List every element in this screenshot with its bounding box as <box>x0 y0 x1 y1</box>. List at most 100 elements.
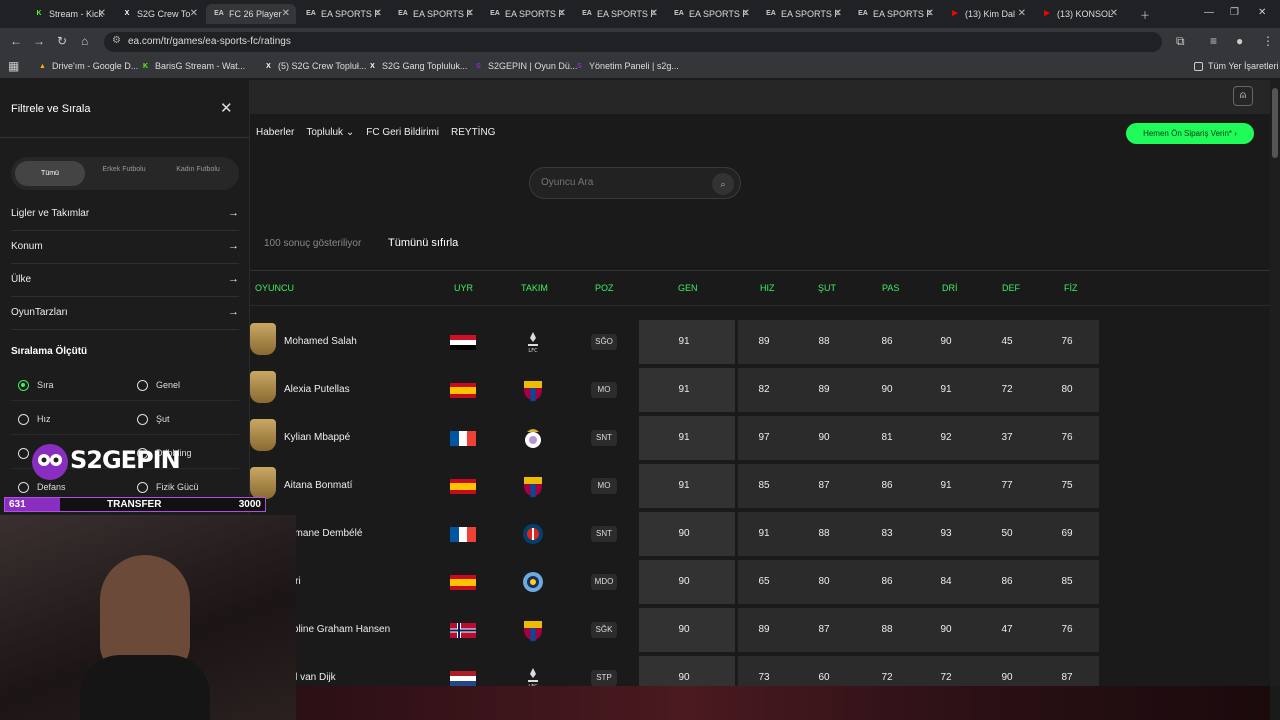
col-physical[interactable]: FİZ <box>1064 283 1078 293</box>
home-icon[interactable]: ⌂ <box>81 34 88 48</box>
browser-tab[interactable]: K Stream - Kick ✕ <box>26 4 112 24</box>
maximize-button[interactable]: ❐ <box>1230 7 1239 18</box>
minimize-button[interactable]: — <box>1204 7 1214 18</box>
close-icon[interactable]: ✕ <box>220 99 233 117</box>
sort-option[interactable]: Şut <box>137 412 170 426</box>
browser-tab[interactable]: EA EA SPORTS F ✕ <box>758 4 848 24</box>
table-row[interactable]: aroline Graham Hansen SĞK 90 89 87 88 90 47 76 <box>250 608 1110 654</box>
browser-tab[interactable]: X S2G Crew To ✕ <box>114 4 204 24</box>
filter-leagues[interactable]: Ligler ve Takımlar → <box>11 198 239 231</box>
col-position[interactable]: POZ <box>595 283 614 293</box>
col-dribbling[interactable]: DRİ <box>942 283 958 293</box>
tab-close-icon[interactable]: ✕ <box>926 8 934 19</box>
forward-icon[interactable]: → <box>33 34 45 48</box>
media-icon[interactable]: ≡ <box>1210 34 1217 48</box>
nav-community[interactable]: Topluluk ⌄ <box>306 127 354 138</box>
search-icon[interactable]: ⌕ <box>712 173 734 195</box>
tab-close-icon[interactable]: ✕ <box>834 8 842 19</box>
browser-tab[interactable]: EA EA SPORTS F ✕ <box>390 4 480 24</box>
scrollbar-thumb[interactable] <box>1272 88 1278 158</box>
table-row[interactable]: Aitana Bonmatí MO 91 85 87 86 91 77 75 <box>250 464 1110 510</box>
scrollbar[interactable] <box>1270 80 1280 686</box>
tab-close-icon[interactable]: ✕ <box>650 8 658 19</box>
tab-close-icon[interactable]: ✕ <box>742 8 750 19</box>
bookmark-item[interactable]: X (5) S2G Crew Topluł... <box>264 61 366 71</box>
col-nation[interactable]: UYR <box>454 283 473 293</box>
tab-close-icon[interactable]: ✕ <box>282 8 290 19</box>
stat-value: 86 <box>881 576 893 587</box>
nav-news[interactable]: Haberler <box>256 127 294 138</box>
site-info-icon[interactable]: ⚙ <box>112 35 121 46</box>
segment-men[interactable]: Erkek Futbolu <box>89 161 159 186</box>
bookmark-item[interactable]: S Yönetim Paneli | s2g... <box>575 61 679 71</box>
bookmark-item[interactable]: ▲ Drive'ım - Google D... <box>38 61 138 71</box>
menu-icon[interactable]: ⋮ <box>1262 34 1274 48</box>
sort-option[interactable]: Hız <box>18 412 51 426</box>
table-row[interactable]: Mohamed Salah LFC SĞO 91 89 88 86 90 45 76 <box>250 320 1110 366</box>
sort-option[interactable]: Genel <box>137 378 180 392</box>
bookmark-item[interactable]: S S2GEPIN | Oyun Dü... <box>474 61 577 71</box>
address-bar[interactable]: ⚙ ea.com/tr/games/ea-sports-fc/ratings <box>104 32 1162 52</box>
real-madrid-crest-icon <box>522 426 544 450</box>
filter-position[interactable]: Konum → <box>11 231 239 264</box>
col-shooting[interactable]: ŞUT <box>818 283 836 293</box>
search-input[interactable] <box>541 177 701 188</box>
browser-tab[interactable]: EA EA SPORTS F ✕ <box>298 4 388 24</box>
account-button[interactable]: ⍝ <box>1233 86 1253 106</box>
col-passing[interactable]: PAS <box>882 283 899 293</box>
browser-tab[interactable]: EA EA SPORTS F ✕ <box>666 4 756 24</box>
tab-close-icon[interactable]: ✕ <box>1018 8 1026 19</box>
player-name[interactable]: Aitana Bonmatí <box>284 480 352 491</box>
bookmark-item[interactable]: X S2G Gang Topluluk... <box>368 61 467 71</box>
apps-icon[interactable]: ▦ <box>8 59 19 73</box>
back-icon[interactable]: ← <box>10 34 22 48</box>
player-name[interactable]: Kylian Mbappé <box>284 432 350 443</box>
tab-close-icon[interactable]: ✕ <box>374 8 382 19</box>
tab-close-icon[interactable]: ✕ <box>98 8 106 19</box>
stat-value: 80 <box>818 576 830 587</box>
filter-playstyles[interactable]: OyunTarzları → <box>11 297 239 330</box>
player-name[interactable]: aroline Graham Hansen <box>284 624 390 635</box>
filter-country[interactable]: Ülke → <box>11 264 239 297</box>
table-row[interactable]: usmane Dembélé SNT 90 91 88 83 93 50 69 <box>250 512 1110 558</box>
browser-tab[interactable]: EA FC 26 Player ✕ <box>206 4 296 24</box>
browser-tab[interactable]: ▶ (13) KONSOL ✕ <box>1034 4 1124 24</box>
col-pace[interactable]: HIZ <box>760 283 775 293</box>
new-tab-button[interactable]: ＋ <box>1140 7 1150 22</box>
nav-feedback[interactable]: FC Geri Bildirimi <box>366 127 439 138</box>
browser-tab[interactable]: EA EA SPORTS F ✕ <box>574 4 664 24</box>
col-team[interactable]: TAKIM <box>521 283 548 293</box>
col-overall[interactable]: GEN <box>678 283 698 293</box>
segment-all[interactable]: Tümü <box>15 161 85 186</box>
nav-ratings[interactable]: REYTİNG <box>451 127 495 138</box>
browser-tab[interactable]: ▶ (13) Kim Dal ✕ <box>942 4 1032 24</box>
col-player[interactable]: OYUNCU <box>255 283 294 293</box>
tab-close-icon[interactable]: ✕ <box>190 8 198 19</box>
tab-close-icon[interactable]: ✕ <box>1110 8 1118 19</box>
window-close-button[interactable]: ✕ <box>1258 7 1266 18</box>
preorder-button[interactable]: Hemen Ön Sipariş Verin* › <box>1126 123 1254 144</box>
player-name[interactable]: Mohamed Salah <box>284 336 357 347</box>
x-icon: X <box>266 62 271 70</box>
youtube-icon: ▶ <box>1044 10 1050 17</box>
ea-icon: EA <box>306 10 316 17</box>
all-bookmarks-button[interactable]: Tüm Yer İşaretleri <box>1194 61 1279 71</box>
bookmark-item[interactable]: K BarisG Stream - Wat... <box>141 61 245 71</box>
browser-tab[interactable]: EA EA SPORTS F ✕ <box>482 4 572 24</box>
extensions-icon[interactable]: ⧉ <box>1176 34 1185 49</box>
stat-value: 45 <box>1001 336 1013 347</box>
table-row[interactable]: Alexia Putellas MO 91 82 89 90 91 72 80 <box>250 368 1110 414</box>
reset-all-button[interactable]: Tümünü sıfırla <box>388 237 458 249</box>
tab-close-icon[interactable]: ✕ <box>466 8 474 19</box>
browser-tab[interactable]: EA EA SPORTS F ✕ <box>850 4 940 24</box>
stat-value: 89 <box>758 624 770 635</box>
table-row[interactable]: odriMDO90658086848685 <box>250 560 1110 606</box>
player-name[interactable]: Alexia Putellas <box>284 384 350 395</box>
segment-women[interactable]: Kadın Futbolu <box>163 161 233 186</box>
tab-close-icon[interactable]: ✕ <box>558 8 566 19</box>
sort-option[interactable]: Sıra <box>18 378 54 392</box>
reload-icon[interactable]: ↻ <box>57 34 67 48</box>
table-row[interactable]: Kylian Mbappé SNT 91 97 90 81 92 37 76 <box>250 416 1110 462</box>
col-defending[interactable]: DEF <box>1002 283 1020 293</box>
profile-avatar[interactable]: ● <box>1236 34 1243 48</box>
